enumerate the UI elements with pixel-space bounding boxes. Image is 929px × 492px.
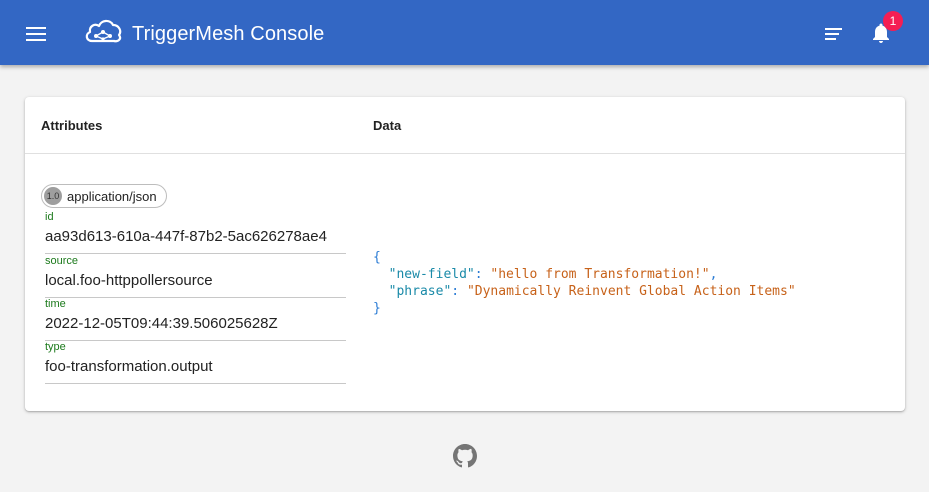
attribute-value: 2022-12-05T09:44:39.506025628Z [45, 315, 278, 332]
attribute-label: type [45, 341, 66, 353]
attribute-value: foo-transformation.output [45, 358, 213, 375]
cloud-network-icon [85, 19, 122, 43]
github-link[interactable] [453, 444, 477, 468]
json-value: "Dynamically Reinvent Global Action Item… [466, 284, 796, 299]
attribute-time-field[interactable]: time 2022-12-05T09:44:39.506025628Z [45, 298, 346, 341]
event-card: Attributes Data 1.0 application/json id … [25, 97, 905, 411]
content-type-chip: 1.0 application/json [41, 184, 167, 208]
menu-icon [26, 27, 46, 41]
json-value: "hello from Transformation!" [490, 267, 710, 282]
github-icon [453, 444, 477, 468]
event-data-json: { "new-field": "hello from Transformatio… [373, 250, 796, 316]
attribute-source-field[interactable]: source local.foo-httppollersource [45, 255, 346, 298]
attribute-label: source [45, 255, 79, 267]
attribute-value: aa93d613-610a-447f-87b2-5ac626278ae4 [45, 228, 327, 245]
attribute-value: local.foo-httppollersource [45, 272, 213, 289]
column-header-attributes: Attributes [41, 118, 103, 133]
table-header: Attributes Data [25, 97, 905, 154]
spec-version-avatar: 1.0 [44, 187, 62, 205]
json-open-brace: { [373, 250, 381, 265]
attribute-type-field[interactable]: type foo-transformation.output [45, 341, 346, 384]
app-title: TriggerMesh Console [132, 23, 325, 45]
json-key: "new-field" [388, 267, 475, 282]
attribute-label: time [45, 298, 66, 310]
notification-badge: 1 [883, 11, 903, 31]
attribute-id-field[interactable]: id aa93d613-610a-447f-87b2-5ac626278ae4 [45, 211, 346, 254]
column-header-data: Data [373, 118, 402, 133]
json-key: "phrase" [388, 284, 452, 299]
json-close-brace: } [373, 301, 381, 316]
app-bar: TriggerMesh Console 1 [0, 0, 929, 65]
content-type-label: application/json [67, 188, 157, 204]
sort-icon [825, 28, 842, 40]
attribute-label: id [45, 211, 54, 223]
menu-button[interactable] [24, 22, 48, 46]
sort-button[interactable] [822, 23, 844, 45]
